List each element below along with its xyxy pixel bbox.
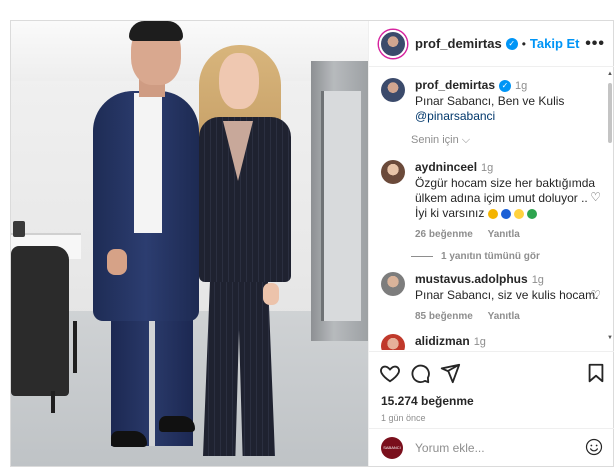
evil-eye-emoji-icon xyxy=(500,208,511,219)
post-actions: 15.274 beğenme 1 gün önce xyxy=(369,351,614,436)
comment-username[interactable]: aydninceel xyxy=(415,160,477,174)
share-send-icon[interactable] xyxy=(439,362,461,384)
comment-like-icon[interactable]: ♡ xyxy=(590,190,601,204)
caption: prof_demirtas ✓ 1g Pınar Sabancı, Ben ve K… xyxy=(381,78,601,124)
comment-item: alidizman 1g xyxy=(381,334,601,350)
scroll-down-icon[interactable]: ▼ xyxy=(607,335,613,341)
woman-face xyxy=(219,53,259,109)
scroll-up-icon[interactable]: ▲ xyxy=(607,71,613,77)
caption-avatar[interactable] xyxy=(381,78,405,102)
man-shoe-right xyxy=(159,416,195,432)
comment-time: 1g xyxy=(481,162,494,174)
comment-likes[interactable]: 85 beğenme xyxy=(415,311,473,322)
author-username[interactable]: prof_demirtas xyxy=(415,36,502,51)
pray-emoji-icon xyxy=(487,208,498,219)
caption-time: 1g xyxy=(515,80,528,92)
comment-avatar[interactable] xyxy=(381,334,405,350)
photo-chair-leg xyxy=(73,321,77,373)
comments-list: prof_demirtas ✓ 1g Pınar Sabancı, Ben ve K… xyxy=(369,68,614,350)
header-separator: • xyxy=(521,36,526,51)
follow-button[interactable]: Takip Et xyxy=(530,36,580,51)
comment-meta: 26 beğenme Yanıtla xyxy=(415,227,601,242)
comment-input[interactable] xyxy=(415,440,585,455)
comment-body: aydninceel 1g Özgür hocam size her baktığ… xyxy=(415,160,601,242)
view-replies-label: 1 yanıtın tümünü gör xyxy=(441,251,540,262)
caption-username[interactable]: prof_demirtas xyxy=(415,78,495,92)
current-user-avatar: SABANCI xyxy=(381,436,403,459)
caption-line: Pınar Sabancı, Ben ve Kulis xyxy=(415,94,565,108)
verified-badge-icon: ✓ xyxy=(505,37,518,50)
scroll-thumb[interactable] xyxy=(608,83,612,143)
add-comment-row: SABANCI xyxy=(369,428,614,466)
photo-cup xyxy=(13,221,25,237)
photo-chair xyxy=(11,246,69,396)
view-replies-link[interactable]: 1 yanıtın tümünü gör xyxy=(411,251,540,262)
man-shirt xyxy=(134,93,162,233)
replies-divider xyxy=(411,256,433,257)
comment-username[interactable]: alidizman xyxy=(415,334,470,348)
photo-elevator-inner xyxy=(321,91,361,321)
post-side-panel: prof_demirtas ✓ • Takip Et ••• prof_demi… xyxy=(368,21,614,466)
comment-time: 1g xyxy=(473,336,486,348)
comment-username[interactable]: mustavus.adolphus xyxy=(415,272,528,286)
author-avatar[interactable] xyxy=(379,29,407,58)
man-hair xyxy=(129,21,183,41)
caption-text: prof_demirtas ✓ 1g Pınar Sabancı, Ben ve K… xyxy=(415,78,601,124)
comment-meta: 85 beğenme Yanıtla xyxy=(415,309,601,324)
comments-scrollbar[interactable]: ▲ ▼ xyxy=(607,71,613,341)
caption-mention[interactable]: @pinarsabanci xyxy=(415,109,495,123)
save-bookmark-icon[interactable] xyxy=(585,362,607,384)
post-photo[interactable] xyxy=(11,21,368,466)
see-translation-link[interactable]: Senin için ⌵ xyxy=(411,134,470,147)
like-heart-icon[interactable] xyxy=(379,362,401,384)
comment-item: aydninceel 1g Özgür hocam size her baktığ… xyxy=(381,160,601,242)
reply-button[interactable]: Yanıtla xyxy=(488,229,520,240)
verified-badge-icon: ✓ xyxy=(499,79,512,92)
comment-time: 1g xyxy=(531,274,544,286)
emoji-picker-icon[interactable] xyxy=(585,438,603,456)
reply-button[interactable]: Yanıtla xyxy=(488,311,520,322)
comment-text: Pınar Sabancı, siz ve kulis hocam. xyxy=(415,288,599,302)
more-options-icon[interactable]: ••• xyxy=(585,35,605,53)
comment-body: mustavus.adolphus 1g Pınar Sabancı, siz v… xyxy=(415,272,601,324)
photo-chair-leg xyxy=(51,391,55,413)
comment-bubble-icon[interactable] xyxy=(409,362,431,384)
man-hand xyxy=(107,249,127,275)
posted-time[interactable]: 1 gün önce xyxy=(381,413,426,423)
comment-body: alidizman 1g xyxy=(415,334,601,350)
post-modal: prof_demirtas ✓ • Takip Et ••• prof_demi… xyxy=(10,20,614,467)
sparkle-emoji-icon xyxy=(513,208,524,219)
comment-like-icon[interactable]: ♡ xyxy=(590,288,601,302)
man-shoe-left xyxy=(111,431,147,447)
comment-likes[interactable]: 26 beğenme xyxy=(415,229,473,240)
woman-hand xyxy=(263,283,279,305)
post-header: prof_demirtas ✓ • Takip Et ••• xyxy=(369,21,614,67)
likes-count[interactable]: 15.274 beğenme xyxy=(381,394,474,408)
comment-avatar[interactable] xyxy=(381,272,405,296)
comment-item: mustavus.adolphus 1g Pınar Sabancı, siz v… xyxy=(381,272,601,324)
comment-avatar[interactable] xyxy=(381,160,405,184)
clover-emoji-icon xyxy=(526,208,537,219)
